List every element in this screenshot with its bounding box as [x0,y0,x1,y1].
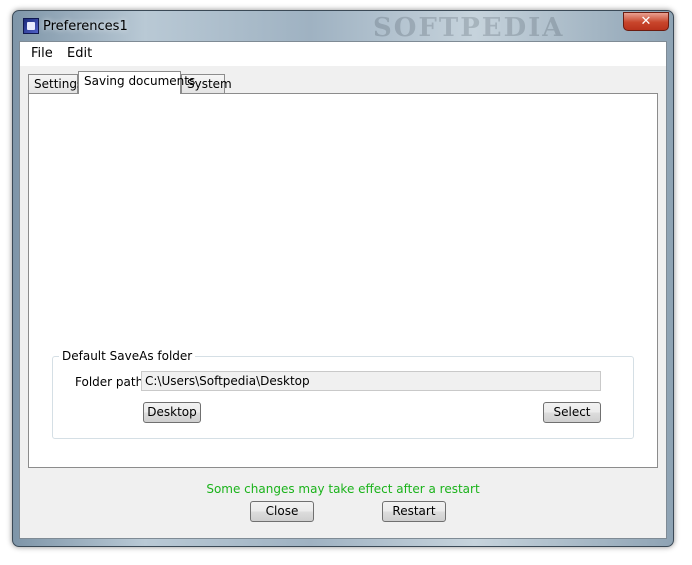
window-frame: Preferences1 SOFTPEDIA ✕ File Edit Setti… [12,10,674,547]
window-close-button[interactable]: ✕ [623,12,669,31]
title-bar[interactable]: Preferences1 SOFTPEDIA ✕ [13,11,673,43]
restart-notice: Some changes may take effect after a res… [206,482,480,496]
menu-bar: File Edit [20,42,666,66]
menu-edit[interactable]: Edit [65,46,94,61]
tab-panel-saving-documents: Default SaveAs folder Folder path: C:\Us… [28,93,658,468]
close-button[interactable]: Close [250,501,314,522]
select-button[interactable]: Select [543,402,601,423]
group-title: Default SaveAs folder [59,349,196,363]
desktop-button[interactable]: Desktop [143,402,201,423]
app-icon[interactable] [23,18,39,34]
restart-button[interactable]: Restart [382,501,446,522]
tab-saving-documents[interactable]: Saving documents [78,71,195,94]
watermark-logo: SOFTPEDIA [373,13,565,43]
folder-path-field[interactable]: C:\Users\Softpedia\Desktop [141,371,601,391]
saveas-folder-group: Default SaveAs folder Folder path: C:\Us… [52,349,634,439]
window-title: Preferences1 [43,19,128,34]
folder-path-label: Folder path: [75,375,148,389]
client-area: File Edit Settings Saving documents Syst… [19,41,667,539]
menu-file[interactable]: File [29,46,55,61]
tab-settings[interactable]: Settings [28,74,83,94]
